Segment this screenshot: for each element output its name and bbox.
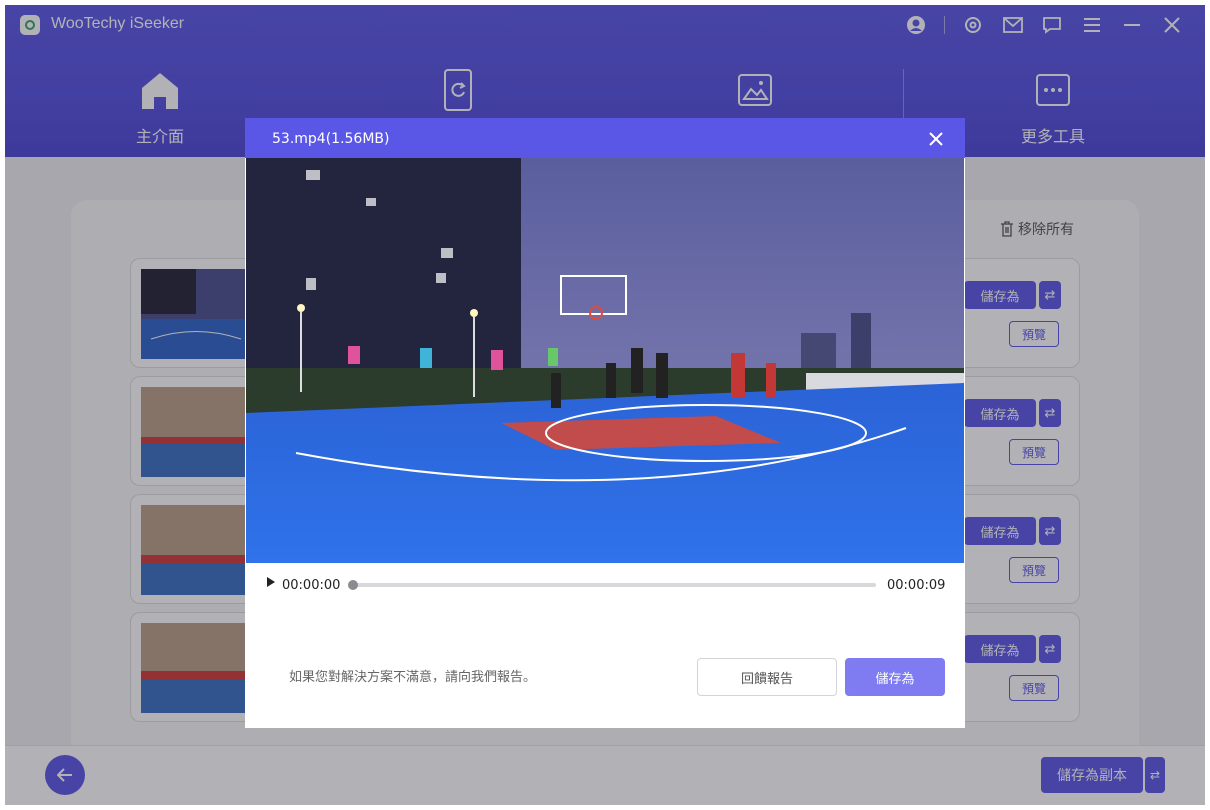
feedback-hint: 如果您對解決方案不滿意，請向我們報告。 [289, 670, 537, 685]
play-icon[interactable] [267, 577, 275, 587]
close-icon[interactable] [925, 128, 947, 150]
video-controls: 00:00:00 00:00:09 [245, 563, 965, 603]
modal-header: 53.mp4(1.56MB) [245, 118, 965, 158]
duration: 00:00:09 [887, 578, 946, 593]
preview-modal: 53.mp4(1.56MB) 00:00:00 00:00:09 如果您對解決方… [245, 118, 965, 728]
video-player[interactable] [246, 158, 964, 563]
modal-save-button[interactable]: 儲存為 [845, 658, 945, 696]
current-time: 00:00:00 [282, 578, 341, 593]
modal-title: 53.mp4(1.56MB) [272, 131, 390, 147]
progress-handle[interactable] [348, 580, 358, 590]
app-window: WooTechy iSeeker 主介面 更多工具 移除所有 儲存為 ⇄ 預覽 … [5, 5, 1205, 805]
feedback-report-button[interactable]: 回饋報告 [697, 658, 837, 696]
progress-bar[interactable] [353, 583, 876, 587]
